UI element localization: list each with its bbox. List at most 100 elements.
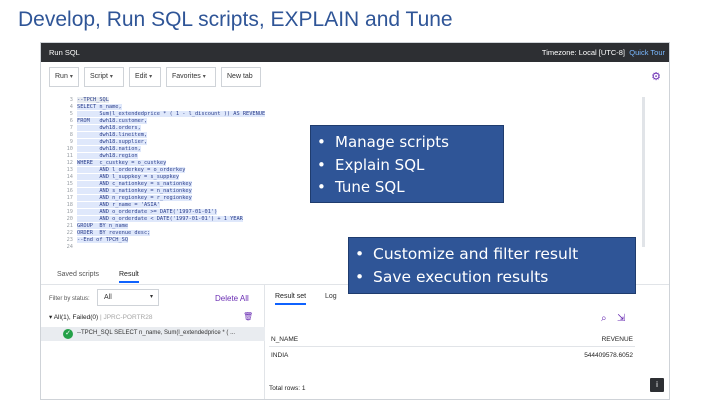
group-id: | JPRC-PORTR28: [99, 314, 153, 321]
line-number: 24: [66, 244, 73, 250]
callout-text: Tune SQL: [335, 178, 405, 196]
gear-icon[interactable]: ⚙: [651, 70, 661, 83]
total-rows: Total rows: 1: [269, 385, 306, 392]
line-number: 15: [66, 181, 73, 187]
line-number: 23: [66, 237, 73, 243]
new-tab-label: New tab: [227, 73, 253, 80]
run-label: Run: [55, 73, 68, 80]
line-number: 21: [66, 223, 73, 229]
status-filter-value: All: [104, 294, 112, 301]
edit-button[interactable]: Edit ▾: [129, 67, 161, 87]
callout-item: • Tune SQL: [311, 176, 503, 199]
chevron-down-icon: ▾: [109, 74, 113, 80]
favorites-button[interactable]: Favorites ▾: [166, 67, 216, 87]
info-icon[interactable]: i: [650, 378, 664, 392]
callout-manage: • Manage scripts • Explain SQL • Tune SQL: [310, 125, 504, 203]
code-line: ORDER BY revenue desc;: [77, 230, 151, 236]
script-item-text: --TPCH_SQL SELECT n_name, Sum(l_extended…: [77, 330, 236, 336]
chevron-down-icon: ▾: [202, 74, 206, 80]
callout-text: Explain SQL: [335, 155, 425, 174]
code-line: AND l_orderkey = o_orderkey: [77, 167, 186, 173]
line-number: 16: [66, 188, 73, 194]
filter-label: Filter by status:: [49, 296, 90, 302]
history-group[interactable]: ▾ All(1), Failed(0) | JPRC-PORTR28: [49, 313, 259, 325]
edit-label: Edit: [135, 73, 148, 80]
search-icon[interactable]: ⌕: [601, 313, 607, 324]
callout-results: • Customize and filter result • Save execu…: [348, 237, 636, 294]
slide-title: Develop, Run SQL scripts, EXPLAIN and Tu…: [18, 8, 453, 31]
line-number: 6: [69, 118, 73, 124]
top-bar: Run SQL Timezone: Local [UTC-8] Quick To…: [41, 43, 669, 62]
tab-saved-scripts[interactable]: Saved scripts: [57, 271, 99, 278]
code-line: --TPCH_SQL: [77, 97, 109, 103]
code-line: dwh18.nation,: [77, 146, 141, 152]
line-number: 11: [66, 153, 73, 159]
line-number: 22: [66, 230, 73, 236]
code-line: GROUP BY n_name: [77, 223, 129, 229]
line-number: 20: [66, 216, 73, 222]
line-number: 19: [66, 209, 73, 215]
trash-icon[interactable]: 🗑: [243, 312, 253, 321]
status-filter-select[interactable]: All ▾: [97, 289, 159, 306]
callout-item: • Explain SQL: [311, 154, 503, 177]
column-header: REVENUE: [601, 336, 633, 343]
script-button[interactable]: Script ▾: [84, 67, 124, 87]
code-line: Sum(l_extendedprice * ( 1 - l_discount )…: [77, 111, 266, 117]
success-check-icon: ✓: [63, 329, 73, 339]
code-line: --End of TPCH_SQ: [77, 237, 129, 243]
callout-item: • Customize and filter result: [349, 243, 635, 266]
line-number: 14: [66, 174, 73, 180]
table-row[interactable]: INDIA 544409578.6052: [269, 349, 635, 363]
tab-result[interactable]: Result: [119, 271, 139, 283]
code-line: SELECT n_name,: [77, 104, 122, 110]
group-label: All(1), Failed(0): [53, 314, 99, 321]
export-icon[interactable]: ⇲: [617, 313, 625, 324]
code-line: AND n_regionkey = r_regionkey: [77, 195, 192, 201]
code-line: AND c_nationkey = s_nationkey: [77, 181, 192, 187]
code-line: AND s_nationkey = n_nationkey: [77, 188, 192, 194]
favorites-label: Favorites: [172, 73, 201, 80]
callout-text: Save execution results: [373, 268, 549, 286]
new-tab-button[interactable]: New tab: [221, 67, 261, 87]
run-button[interactable]: Run ▾: [49, 67, 79, 87]
result-history-pane: Filter by status: All ▾ Delete All ▾ All…: [41, 285, 265, 399]
bullet-icon: •: [317, 155, 326, 174]
code-line: AND o_orderdate < DATE('1997-01-01') + 1…: [77, 216, 243, 222]
quick-tour-link[interactable]: Quick Tour: [629, 48, 665, 57]
delete-all-button[interactable]: Delete All: [215, 294, 249, 303]
column-header: N_NAME: [271, 336, 299, 343]
list-item[interactable]: ✓ --TPCH_SQL SELECT n_name, Sum(l_extend…: [41, 327, 265, 341]
tab-result-set[interactable]: Result set: [275, 293, 307, 305]
table-cell: INDIA: [271, 352, 289, 359]
bullet-icon: •: [317, 178, 326, 196]
bullet-icon: •: [317, 133, 326, 151]
line-number: 3: [69, 97, 73, 103]
script-label: Script: [90, 73, 108, 80]
callout-text: Customize and filter result: [373, 245, 579, 263]
code-line: AND o_orderdate >= DATE('1997-01-01'): [77, 209, 218, 215]
line-number: 18: [66, 202, 73, 208]
callout-item: • Save execution results: [349, 266, 635, 289]
line-number: 9: [69, 139, 73, 145]
timezone-label[interactable]: Timezone: Local [UTC-8]: [542, 48, 625, 57]
line-number: 13: [66, 167, 73, 173]
slide: Develop, Run SQL scripts, EXPLAIN and Tu…: [0, 0, 720, 405]
code-line: FROM dwh18.customer,: [77, 118, 148, 124]
code-line: dwh18.lineitem,: [77, 132, 148, 138]
code-line: dwh18.supplier,: [77, 139, 148, 145]
app-name: Run SQL: [49, 48, 80, 57]
editor-scrollbar[interactable]: [642, 97, 645, 247]
run-sql-window: Run SQL Timezone: Local [UTC-8] Quick To…: [40, 42, 670, 400]
bullet-icon: •: [355, 245, 365, 263]
callout-text: Manage scripts: [335, 133, 449, 151]
line-number: 5: [69, 111, 73, 117]
callout-item: • Manage scripts: [311, 131, 503, 154]
chevron-down-icon: ▾: [149, 294, 153, 300]
chevron-down-icon: ▾: [69, 74, 73, 80]
line-number: 7: [69, 125, 73, 131]
tab-log[interactable]: Log: [325, 293, 337, 300]
code-line: WHERE c_custkey = o_custkey: [77, 160, 167, 166]
code-line: AND r_name = 'ASIA': [77, 202, 160, 208]
line-number: 4: [69, 104, 73, 110]
line-number: 12: [66, 160, 73, 166]
